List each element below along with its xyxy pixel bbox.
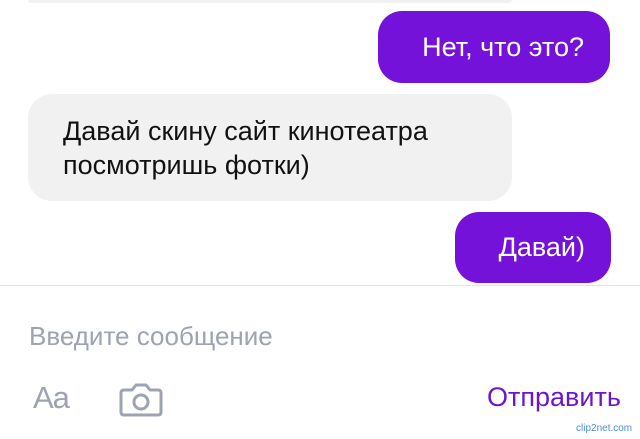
camera-button[interactable] — [116, 378, 164, 418]
previous-message-edge — [28, 0, 512, 3]
outgoing-message[interactable]: Давай) — [455, 212, 611, 283]
chat-screen: Нет, что это? Давай скину сайт кинотеатр… — [0, 0, 640, 439]
composer-divider — [0, 285, 640, 286]
message-text: Давай скину сайт кинотеатра посмотришь ф… — [63, 116, 428, 180]
camera-icon — [119, 383, 163, 417]
outgoing-message[interactable]: Нет, что это? — [378, 11, 610, 83]
format-text-button[interactable]: Aa — [33, 378, 79, 418]
message-text: Нет, что это? — [422, 32, 584, 62]
message-text: Давай) — [498, 232, 585, 262]
incoming-message[interactable]: Давай скину сайт кинотеатра посмотришь ф… — [28, 94, 512, 201]
watermark: clip2net.com — [576, 423, 633, 434]
message-input[interactable]: Введите сообщение — [29, 316, 589, 356]
send-button[interactable]: Отправить — [487, 377, 637, 417]
message-input-placeholder: Введите сообщение — [29, 321, 273, 351]
